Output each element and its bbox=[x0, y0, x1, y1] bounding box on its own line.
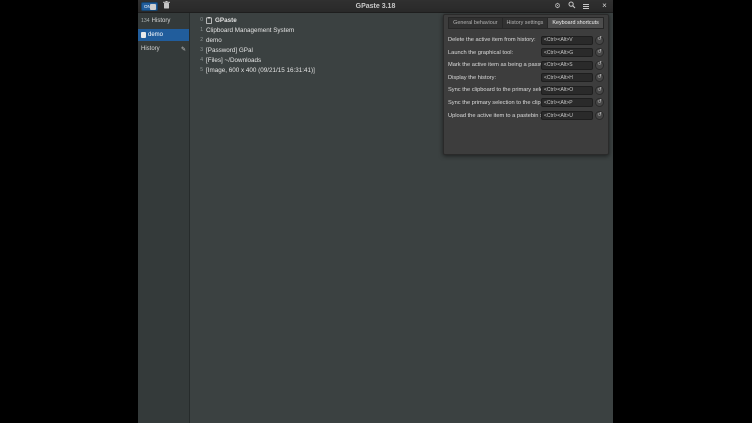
reset-icon: ↺ bbox=[597, 75, 602, 81]
shortcut-label: Upload the active item to a pastebin ser… bbox=[448, 113, 541, 119]
search-icon bbox=[568, 1, 576, 11]
empty-history-button[interactable] bbox=[161, 1, 172, 11]
sidebar-item-label: History bbox=[152, 18, 171, 24]
shortcut-row-upload-pastebin: Upload the active item to a pastebin ser… bbox=[448, 111, 604, 121]
item-index: 2 bbox=[198, 37, 203, 43]
header-right-actions: ⚙ × bbox=[552, 1, 610, 11]
sidebar-item-demo[interactable]: demo bbox=[138, 29, 189, 41]
reset-shortcut-button[interactable]: ↺ bbox=[595, 36, 604, 45]
tab-history-settings[interactable]: History settings bbox=[502, 17, 548, 29]
shortcut-label: Delete the active item from history: bbox=[448, 37, 541, 43]
reset-shortcut-button[interactable]: ↺ bbox=[595, 61, 604, 70]
reset-icon: ↺ bbox=[597, 88, 602, 94]
reset-icon: ↺ bbox=[597, 100, 602, 106]
shortcut-row-launch-ui: Launch the graphical tool: ↺ bbox=[448, 48, 604, 58]
reset-icon: ↺ bbox=[597, 113, 602, 119]
history-list-area: 0 GPaste 1 Clipboard Management System 2… bbox=[190, 13, 613, 423]
shortcut-label: Mark the active item as being a password… bbox=[448, 62, 541, 68]
histories-sidebar: 134 History demo History ✎ bbox=[138, 13, 190, 423]
item-index: 5 bbox=[198, 67, 203, 73]
menu-icon bbox=[583, 4, 589, 9]
sidebar-item-label: History bbox=[141, 46, 160, 52]
item-label: demo bbox=[206, 37, 222, 44]
reset-icon: ↺ bbox=[597, 37, 602, 43]
shortcut-label: Sync the clipboard to the primary select… bbox=[448, 87, 541, 93]
shortcut-row-sync-primary-clipboard: Sync the primary selection to the clipbo… bbox=[448, 98, 604, 108]
shortcut-input[interactable] bbox=[541, 98, 593, 107]
shortcut-label: Sync the primary selection to the clipbo… bbox=[448, 100, 541, 106]
item-index: 1 bbox=[198, 27, 203, 33]
item-index: 3 bbox=[198, 47, 203, 53]
shortcut-label: Display the history: bbox=[448, 75, 541, 81]
history-count-badge: 134 bbox=[141, 18, 150, 24]
reset-shortcut-button[interactable]: ↺ bbox=[595, 86, 604, 95]
shortcut-row-mark-password: Mark the active item as being a password… bbox=[448, 60, 604, 70]
shortcut-input[interactable] bbox=[541, 86, 593, 95]
reset-shortcut-button[interactable]: ↺ bbox=[595, 73, 604, 82]
reset-shortcut-button[interactable]: ↺ bbox=[595, 48, 604, 57]
desktop-background: GPaste 3.18 ON ⚙ bbox=[0, 0, 752, 423]
item-label: [Image, 600 x 400 (09/21/15 16:31:41)] bbox=[206, 67, 315, 74]
window-title: GPaste 3.18 bbox=[138, 3, 613, 10]
header-bar: GPaste 3.18 ON ⚙ bbox=[138, 0, 613, 13]
sidebar-item-history-edit[interactable]: History ✎ bbox=[138, 43, 189, 55]
sidebar-item-label: demo bbox=[148, 32, 163, 38]
tab-general-behaviour[interactable]: General behaviour bbox=[448, 17, 501, 29]
reset-shortcut-button[interactable]: ↺ bbox=[595, 111, 604, 120]
reset-shortcut-button[interactable]: ↺ bbox=[595, 98, 604, 107]
gpaste-window: GPaste 3.18 ON ⚙ bbox=[138, 0, 613, 423]
history-icon bbox=[141, 32, 146, 38]
settings-button[interactable]: ⚙ bbox=[552, 1, 563, 11]
clipboard-icon bbox=[206, 17, 212, 24]
gear-icon: ⚙ bbox=[554, 3, 560, 10]
shortcut-input[interactable] bbox=[541, 61, 593, 70]
item-label: GPaste bbox=[215, 17, 237, 24]
close-button[interactable]: × bbox=[599, 1, 610, 11]
reset-icon: ↺ bbox=[597, 62, 602, 68]
settings-tabs: General behaviour History settings Keybo… bbox=[444, 17, 608, 29]
shortcut-row-delete-active: Delete the active item from history: ↺ bbox=[448, 35, 604, 45]
pencil-icon: ✎ bbox=[181, 46, 186, 53]
tracking-switch[interactable]: ON bbox=[141, 2, 158, 11]
search-button[interactable] bbox=[566, 1, 577, 11]
switch-knob bbox=[150, 4, 156, 10]
shortcut-input[interactable] bbox=[541, 111, 593, 120]
shortcut-input[interactable] bbox=[541, 48, 593, 57]
shortcut-input[interactable] bbox=[541, 36, 593, 45]
window-body: 134 History demo History ✎ 0 bbox=[138, 13, 613, 423]
item-label: [Password] GPal bbox=[206, 47, 253, 54]
sidebar-item-history[interactable]: 134 History bbox=[138, 15, 189, 27]
item-label: Clipboard Management System bbox=[206, 27, 294, 34]
keyboard-shortcuts-list: Delete the active item from history: ↺ L… bbox=[444, 35, 608, 121]
shortcut-input[interactable] bbox=[541, 73, 593, 82]
menu-button[interactable] bbox=[580, 1, 591, 11]
item-index: 4 bbox=[198, 57, 203, 63]
reset-icon: ↺ bbox=[597, 50, 602, 56]
shortcut-label: Launch the graphical tool: bbox=[448, 50, 541, 56]
trash-icon bbox=[163, 1, 170, 11]
item-label: [Files] ~/Downloads bbox=[206, 57, 261, 64]
item-index: 0 bbox=[198, 17, 203, 23]
tab-keyboard-shortcuts[interactable]: Keyboard shortcuts bbox=[547, 17, 603, 29]
shortcut-row-sync-clipboard-primary: Sync the clipboard to the primary select… bbox=[448, 85, 604, 95]
shortcut-row-display-history: Display the history: ↺ bbox=[448, 73, 604, 83]
settings-panel: General behaviour History settings Keybo… bbox=[443, 14, 609, 155]
